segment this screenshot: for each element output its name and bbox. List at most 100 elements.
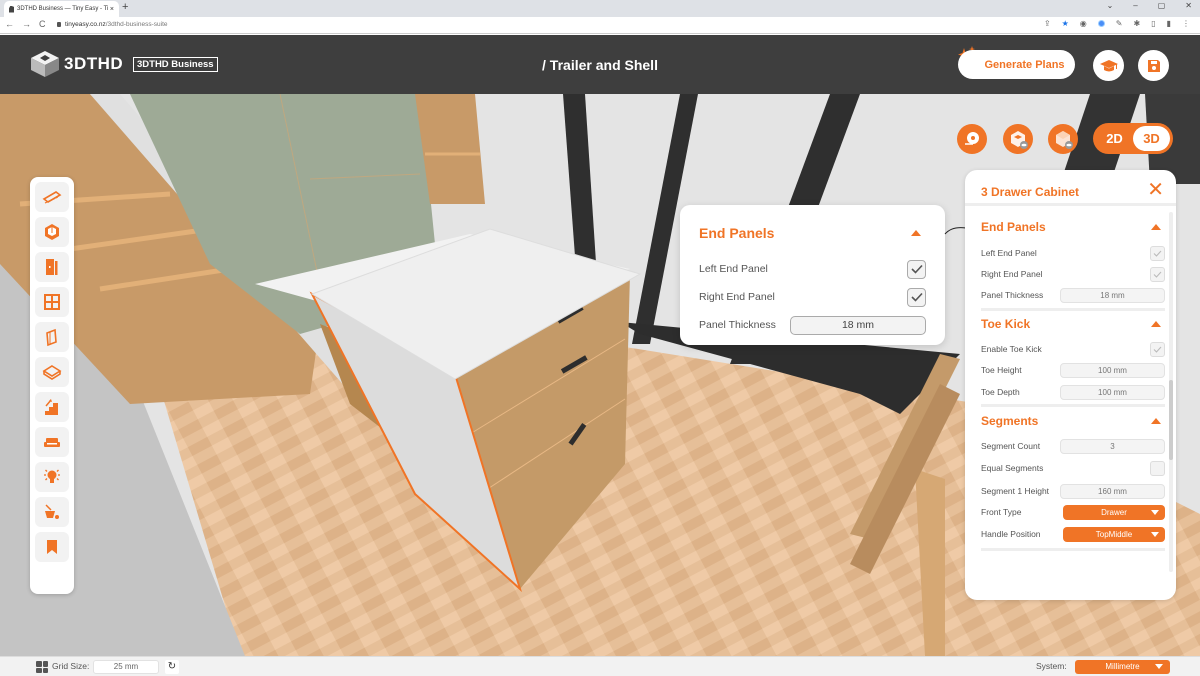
handle-position-label: Handle Position [981, 529, 1041, 539]
camera-icon[interactable]: ◉ [1080, 19, 1087, 28]
tutorial-button[interactable] [1093, 50, 1124, 81]
save-icon [1147, 59, 1160, 72]
room-walls-icon [45, 224, 59, 240]
tool-bookmark[interactable] [35, 532, 69, 562]
enable-toe-kick-row: Enable Toe Kick [981, 341, 1165, 357]
unit-system-select[interactable]: Millimetre [1075, 660, 1170, 674]
extension-icon[interactable] [1097, 20, 1105, 27]
toe-depth-label: Toe Depth [981, 387, 1020, 397]
tool-windows[interactable] [35, 287, 69, 317]
hide-walls-icon [1011, 131, 1028, 149]
panel-thickness-label: Panel Thickness [699, 319, 776, 331]
grid-size-input[interactable]: 25 mm [93, 660, 159, 674]
light-bulb-icon [44, 469, 60, 483]
bookmark-star-icon[interactable]: ★ [1062, 19, 1069, 28]
lock-icon [57, 22, 61, 27]
equal-segments-checkbox[interactable] [1150, 460, 1165, 476]
window-controls: ⌄ – ▢ ✕ [1107, 1, 1192, 10]
tool-lighting[interactable] [35, 462, 69, 492]
segments-collapse-icon[interactable] [1151, 418, 1161, 424]
reset-icon[interactable]: ↻ [165, 660, 179, 674]
back-icon[interactable]: ← [5, 19, 14, 29]
check-icon [910, 264, 923, 274]
segment-count-input[interactable]: 3 [1060, 438, 1165, 454]
graduation-cap-icon [1099, 59, 1118, 71]
segment-1-height-input[interactable]: 160 mm [1060, 483, 1165, 499]
view-3d-option[interactable]: 3D [1133, 126, 1170, 151]
panel-thickness-input[interactable]: 18 mm [1060, 287, 1165, 303]
close-icon[interactable]: ✕ [1147, 180, 1164, 200]
new-tab-button[interactable]: + [122, 1, 128, 13]
url-field[interactable]: tinyeasy.co.nz/3dthd-business-suite [57, 21, 168, 28]
menu-icon[interactable]: ⋮ [1182, 19, 1190, 28]
generate-plans-button[interactable]: Generate Plans [958, 50, 1075, 79]
tool-furniture[interactable] [35, 427, 69, 457]
forward-icon[interactable]: → [22, 19, 31, 29]
reload-icon[interactable]: C [39, 19, 46, 29]
tool-floor[interactable] [35, 357, 69, 387]
tool-doors[interactable] [35, 252, 69, 282]
share-icon[interactable]: ⇪ [1044, 19, 1051, 28]
tool-stairs[interactable] [35, 392, 69, 422]
hide-ceiling-icon [1056, 131, 1073, 149]
left-end-panel-checkbox[interactable] [1150, 245, 1165, 261]
left-end-panel-label: Left End Panel [699, 263, 768, 275]
segment-1-height-label: Segment 1 Height [981, 486, 1050, 496]
puzzle-icon[interactable]: ✱ [1133, 19, 1140, 28]
equal-segments-label: Equal Segments [981, 463, 1044, 473]
properties-panel: 3 Drawer Cabinet ✕ End Panels Left End P… [965, 170, 1176, 600]
tab-close-icon[interactable]: × [110, 6, 114, 13]
view-mode-toggle[interactable]: 2D 3D [1093, 123, 1173, 154]
right-end-panel-checkbox[interactable] [1150, 266, 1165, 282]
toe-kick-collapse-icon[interactable] [1151, 321, 1161, 327]
tool-panels[interactable] [35, 322, 69, 352]
end-panels-collapse-icon[interactable] [1151, 224, 1161, 230]
check-icon [1153, 250, 1162, 257]
view-2d-option[interactable]: 2D [1096, 126, 1133, 151]
eyedropper-icon[interactable]: ✎ [1116, 19, 1123, 28]
right-end-panel-checkbox[interactable] [907, 287, 926, 307]
section-toe-kick-title[interactable]: Toe Kick [981, 317, 1030, 331]
check-icon [1153, 346, 1162, 353]
floor-plan-icon [42, 191, 62, 204]
right-end-panel-label: Right End Panel [981, 269, 1043, 279]
toe-height-input[interactable]: 100 mm [1060, 362, 1165, 378]
toe-height-row: Toe Height 100 mm [981, 362, 1165, 378]
divider [981, 404, 1165, 407]
left-end-panel-checkbox[interactable] [907, 259, 926, 279]
save-button[interactable] [1138, 50, 1169, 81]
panel-scrollbar-thumb[interactable] [1169, 380, 1173, 460]
sidepanel-icon[interactable]: ▯ [1151, 19, 1155, 28]
callout-title: End Panels [699, 225, 775, 241]
grid-icon [36, 661, 48, 673]
tool-walls[interactable] [35, 217, 69, 247]
check-icon [1153, 271, 1162, 278]
measure-tool-button[interactable] [957, 124, 987, 154]
section-segments-title[interactable]: Segments [981, 414, 1038, 428]
handle-position-select[interactable]: TopMiddle [1063, 526, 1165, 542]
right-end-panel-row: Right End Panel [981, 266, 1165, 282]
toggle-walls-button[interactable] [1003, 124, 1033, 154]
maximize-button[interactable]: ▢ [1158, 1, 1166, 10]
close-window-button[interactable]: ✕ [1185, 1, 1192, 10]
enable-toe-kick-checkbox[interactable] [1150, 341, 1165, 357]
panel-thickness-input[interactable]: 18 mm [790, 315, 926, 335]
panel-thickness-label: Panel Thickness [981, 290, 1044, 300]
minimize-button[interactable]: – [1133, 1, 1137, 10]
browser-extensions: ⇪ ★ ◉ ✎ ✱ ▯ ▮ ⋮ [1044, 19, 1190, 28]
profile-icon[interactable]: ▮ [1167, 19, 1171, 28]
toe-depth-input[interactable]: 100 mm [1060, 384, 1165, 400]
grid-size-label: Grid Size: [52, 661, 90, 671]
check-icon [910, 292, 923, 302]
tool-floor-plan[interactable] [35, 182, 69, 212]
browser-tab[interactable]: 3DTHD Business — Tiny Easy - Ti × [4, 1, 119, 17]
front-type-select[interactable]: Drawer [1063, 504, 1165, 520]
toe-depth-row: Toe Depth 100 mm [981, 384, 1165, 400]
status-footer: Grid Size: 25 mm ↻ System: Millimetre [0, 656, 1200, 676]
tab-search-icon[interactable]: ⌄ [1107, 1, 1114, 10]
toggle-ceiling-button[interactable] [1048, 124, 1078, 154]
tool-paint[interactable] [35, 497, 69, 527]
section-end-panels-title[interactable]: End Panels [981, 220, 1046, 234]
favicon-icon [9, 5, 14, 13]
collapse-caret-icon[interactable] [911, 230, 921, 236]
